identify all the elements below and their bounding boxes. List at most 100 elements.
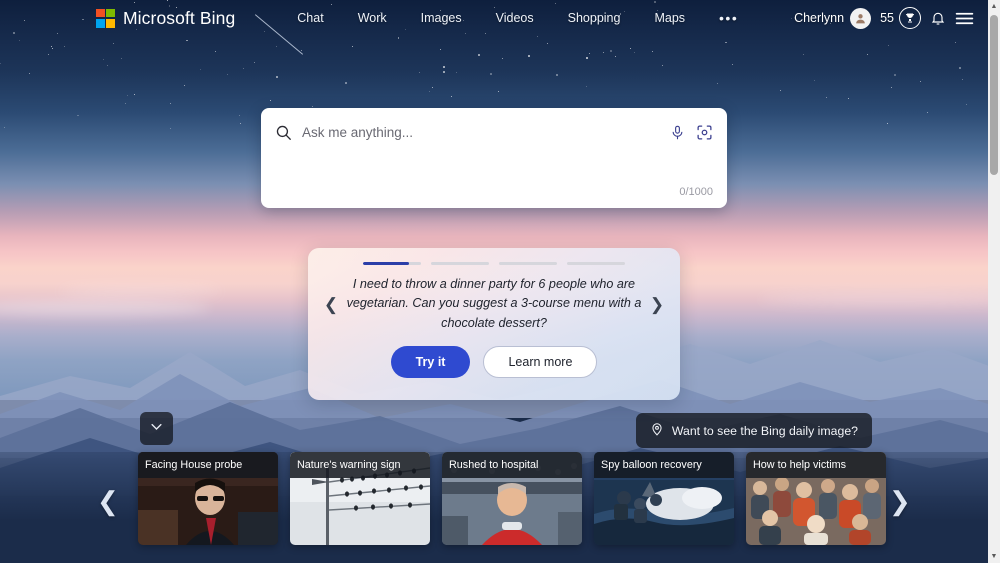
star [615, 56, 617, 58]
search-icon [275, 124, 292, 141]
progress-segment-3[interactable] [499, 262, 557, 265]
star [826, 96, 828, 98]
news-card[interactable]: Nature's warning sign [290, 452, 430, 545]
top-header: Microsoft Bing Chat Work Images Videos S… [0, 0, 988, 36]
search-input-row [261, 108, 727, 156]
suggestion-body: ❮ I need to throw a dinner party for 6 p… [308, 275, 680, 333]
nav-item-videos[interactable]: Videos [490, 7, 540, 29]
header-actions: Cherlynn 55 [794, 7, 988, 29]
news-card[interactable]: Spy balloon recovery [594, 452, 734, 545]
suggestion-next-button[interactable]: ❯ [646, 296, 668, 313]
star [890, 87, 892, 89]
search-input[interactable] [302, 124, 670, 140]
daily-image-label: Want to see the Bing daily image? [671, 423, 858, 438]
try-it-button[interactable]: Try it [390, 346, 471, 379]
news-card[interactable]: Rushed to hospital [442, 452, 582, 545]
star [276, 76, 279, 78]
star [867, 53, 869, 55]
nav-more-button[interactable]: ••• [713, 6, 744, 30]
star [112, 42, 115, 45]
star [276, 45, 278, 47]
scrollbar-track[interactable] [988, 13, 1000, 550]
star [51, 47, 53, 49]
location-pin-icon [650, 422, 664, 439]
star [226, 73, 228, 75]
page-scrollbar[interactable]: ▲ ▼ [988, 0, 1000, 563]
star [345, 81, 347, 84]
star [802, 53, 805, 56]
star [443, 65, 445, 68]
progress-segment-1[interactable] [363, 262, 421, 265]
user-account-button[interactable]: Cherlynn [794, 7, 872, 29]
star [961, 79, 963, 81]
star [732, 63, 734, 65]
star [589, 53, 591, 55]
visual-search-camera-icon[interactable] [696, 124, 713, 141]
star [497, 91, 499, 93]
brand-name: Microsoft Bing [123, 7, 236, 28]
star [170, 103, 172, 105]
progress-segment-4[interactable] [567, 262, 625, 265]
news-card-title: Spy balloon recovery [594, 452, 734, 478]
news-card-title: Nature's warning sign [290, 452, 430, 478]
daily-image-prompt[interactable]: Want to see the Bing daily image? [635, 413, 872, 448]
search-box[interactable]: 0/1000 [261, 108, 727, 208]
nav-item-chat[interactable]: Chat [291, 7, 329, 29]
nav-item-images[interactable]: Images [415, 7, 468, 29]
nav-item-shopping[interactable]: Shopping [562, 7, 627, 29]
brand-logo[interactable]: Microsoft Bing [96, 8, 235, 29]
scrollbar-thumb[interactable] [990, 15, 998, 175]
star [528, 54, 530, 57]
star [3, 127, 5, 129]
news-card-title: Rushed to hospital [442, 452, 582, 478]
nav-item-work[interactable]: Work [352, 7, 393, 29]
star [556, 73, 559, 76]
star [630, 48, 632, 50]
scroll-up-arrow-icon[interactable]: ▲ [988, 0, 1000, 13]
star [47, 53, 49, 55]
carousel-progress [308, 248, 680, 265]
news-prev-button[interactable]: ❮ [97, 488, 119, 514]
star [633, 51, 635, 53]
star [451, 96, 453, 98]
suggestion-card: ❮ I need to throw a dinner party for 6 p… [308, 248, 680, 400]
suggestion-prev-button[interactable]: ❮ [320, 296, 342, 313]
news-card-title: Facing House probe [138, 452, 278, 478]
star [253, 61, 256, 64]
star [602, 52, 604, 54]
star [478, 53, 480, 56]
star [886, 123, 888, 125]
chevron-down-icon [149, 419, 164, 439]
star [920, 80, 922, 82]
suggestion-actions: Try it Learn more [308, 346, 680, 379]
collapse-feed-button[interactable] [140, 412, 173, 445]
star [780, 90, 782, 92]
star [183, 85, 185, 87]
star [19, 40, 21, 42]
star [428, 91, 430, 93]
rewards-button[interactable]: 55 [880, 7, 921, 29]
star [0, 63, 2, 65]
bell-icon[interactable] [930, 10, 946, 26]
star [814, 79, 816, 81]
scroll-down-arrow-icon[interactable]: ▼ [988, 550, 1000, 563]
nav-item-maps[interactable]: Maps [648, 7, 691, 29]
star [716, 83, 718, 85]
news-card[interactable]: Facing House probe [138, 452, 278, 545]
star [848, 97, 850, 99]
user-name: Cherlynn [794, 11, 845, 25]
microphone-icon[interactable] [670, 124, 685, 141]
star [662, 64, 663, 66]
star [419, 71, 421, 73]
news-card[interactable]: How to help victims [746, 452, 886, 545]
star [125, 103, 127, 105]
news-next-button[interactable]: ❯ [889, 488, 911, 514]
learn-more-button[interactable]: Learn more [483, 346, 598, 379]
hamburger-menu-icon[interactable] [955, 11, 974, 26]
star [610, 49, 612, 52]
progress-segment-2[interactable] [431, 262, 489, 265]
star [351, 45, 354, 48]
rewards-points: 55 [880, 11, 894, 25]
suggestion-prompt-text: I need to throw a dinner party for 6 peo… [346, 277, 642, 330]
microsoft-logo-icon [96, 8, 115, 28]
